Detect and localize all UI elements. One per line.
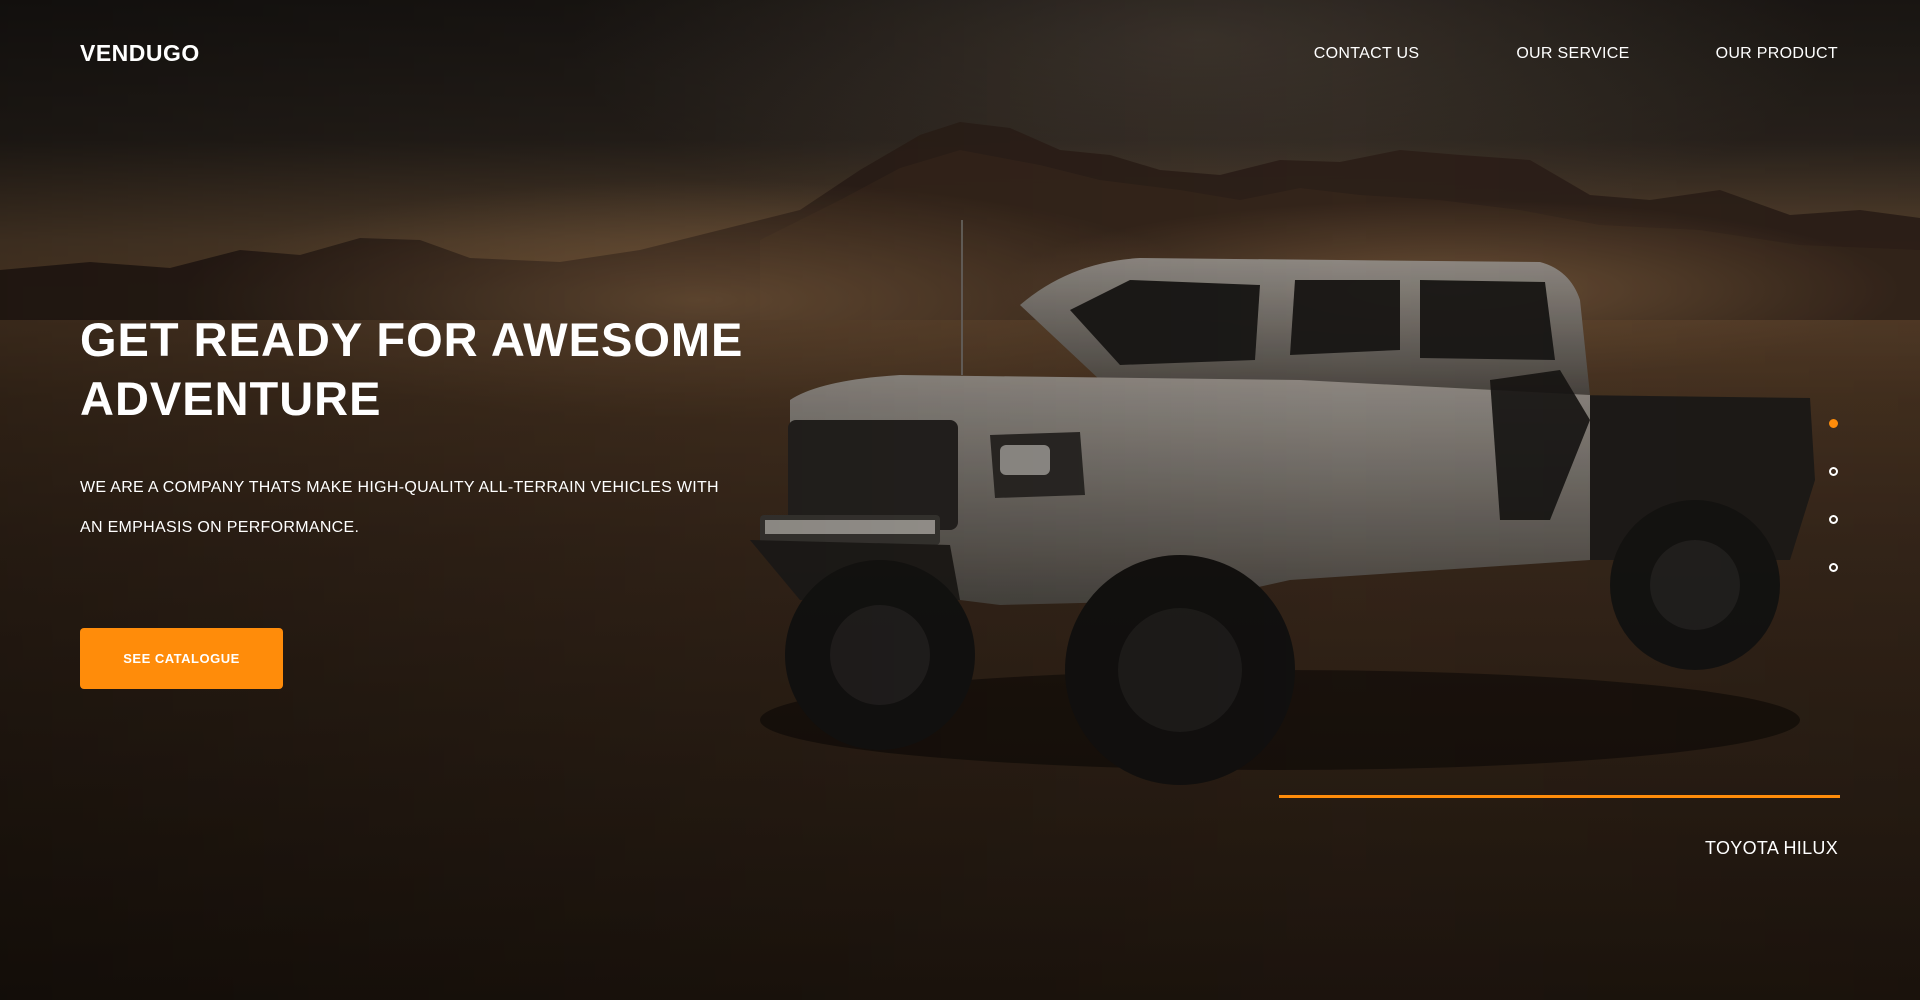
slide-progress-fill <box>1279 795 1840 798</box>
brand-logo[interactable]: VENDUGO <box>80 40 200 67</box>
hero-subtitle-line-2: AN EMPHASIS ON PERFORMANCE. <box>80 519 360 536</box>
nav-our-service[interactable]: OUR SERVICE <box>1516 45 1629 63</box>
slider-dot-1[interactable] <box>1829 419 1838 428</box>
slider-dot-4[interactable] <box>1829 563 1838 572</box>
see-catalogue-button[interactable]: SEE CATALOGUE <box>80 628 283 689</box>
nav-contact-us[interactable]: CONTACT US <box>1314 45 1420 63</box>
slider-dot-2[interactable] <box>1829 467 1838 476</box>
slide-progress-bar <box>1279 795 1840 798</box>
hero-title-line-1: GET READY FOR AWESOME <box>80 313 744 366</box>
hero-section: VENDUGO CONTACT US OUR SERVICE OUR PRODU… <box>0 0 1920 1000</box>
hero-title-line-2: ADVENTURE <box>80 372 382 425</box>
vehicle-model-name: TOYOTA HILUX <box>1705 838 1838 858</box>
hero-title: GET READY FOR AWESOME ADVENTURE <box>80 310 840 428</box>
hero-subtitle-line-1: WE ARE A COMPANY THATS MAKE HIGH-QUALITY… <box>80 479 719 496</box>
main-nav: CONTACT US OUR SERVICE OUR PRODUCT <box>1314 45 1838 63</box>
slider-pagination <box>1829 419 1839 611</box>
nav-our-product[interactable]: OUR PRODUCT <box>1716 45 1838 63</box>
slider-dot-3[interactable] <box>1829 515 1838 524</box>
hero-subtitle: WE ARE A COMPANY THATS MAKE HIGH-QUALITY… <box>80 468 780 548</box>
